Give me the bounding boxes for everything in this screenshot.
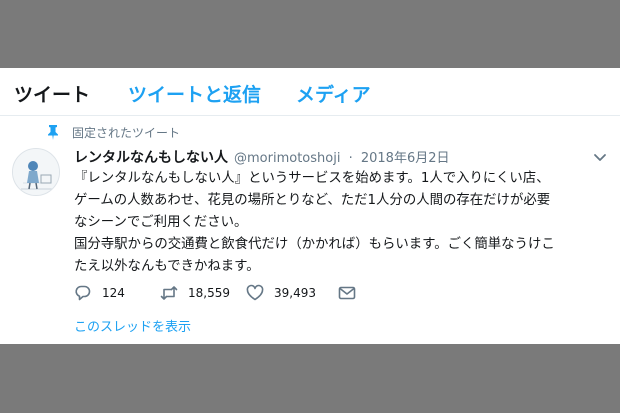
avatar-illustration [13, 149, 59, 195]
tweet-text: 『レンタルなんもしない人』というサービスを始めます。1人で入りにくい店、 ゲーム… [74, 168, 614, 278]
like-icon [246, 284, 264, 301]
tab-tweets[interactable]: ツイート [14, 80, 90, 107]
tweet-text-line: 国分寺駅からの交通費と飲食代だけ（かかれば）もらいます。ごく簡単なうけこ [74, 237, 555, 252]
reply-icon [75, 285, 91, 301]
chevron-down-icon[interactable] [592, 149, 608, 165]
pin-icon [48, 125, 58, 140]
meta-separator: · [348, 151, 353, 166]
retweet-button[interactable]: 18,559 [160, 284, 246, 302]
tweet-date[interactable]: 2018年6月2日 [361, 151, 450, 166]
profile-tabs: ツイート ツイートと返信 メディア [0, 68, 620, 116]
like-button[interactable]: 39,493 [246, 284, 338, 302]
author-handle[interactable]: @morimotoshoji [234, 151, 340, 166]
share-icon [338, 286, 356, 300]
retweet-count: 18,559 [188, 286, 230, 300]
author-name[interactable]: レンタルなんもしない人 [74, 147, 228, 167]
reply-count: 124 [102, 286, 125, 300]
tweet-text-line: 『レンタルなんもしない人』というサービスを始めます。1人で入りにくい店、 [74, 171, 550, 186]
share-button[interactable] [338, 284, 366, 302]
tweet-text-line: たえ以外なんもできかねます。 [74, 259, 260, 274]
pinned-label: 固定されたツイート [72, 125, 181, 140]
pinned-tweet-context: 固定されたツイート [46, 124, 180, 140]
tweet-meta: @morimotoshoji · 2018年6月2日 [234, 147, 450, 166]
retweet-icon [160, 286, 178, 300]
like-count: 39,493 [274, 286, 316, 300]
tab-media[interactable]: メディア [296, 80, 371, 107]
reply-button[interactable]: 124 [74, 284, 160, 302]
tweet-text-line: ゲームの人数あわせ、花見の場所とりなど、ただ1人分の人間の存在だけが必要 [74, 193, 551, 208]
avatar[interactable] [12, 148, 60, 196]
tweet-text-line: なシーンでご利用ください。 [74, 215, 248, 230]
profile-timeline-card: ツイート ツイートと返信 メディア 固定されたツイート レンタルなんもしない人 … [0, 68, 620, 344]
tab-tweets-and-replies[interactable]: ツイートと返信 [128, 80, 261, 107]
tweet-actions: 124 18,559 39,493 [74, 282, 366, 304]
show-thread-link[interactable]: このスレッドを表示 [74, 316, 191, 335]
tweet-header: レンタルなんもしない人 @morimotoshoji · 2018年6月2日 [74, 147, 450, 167]
